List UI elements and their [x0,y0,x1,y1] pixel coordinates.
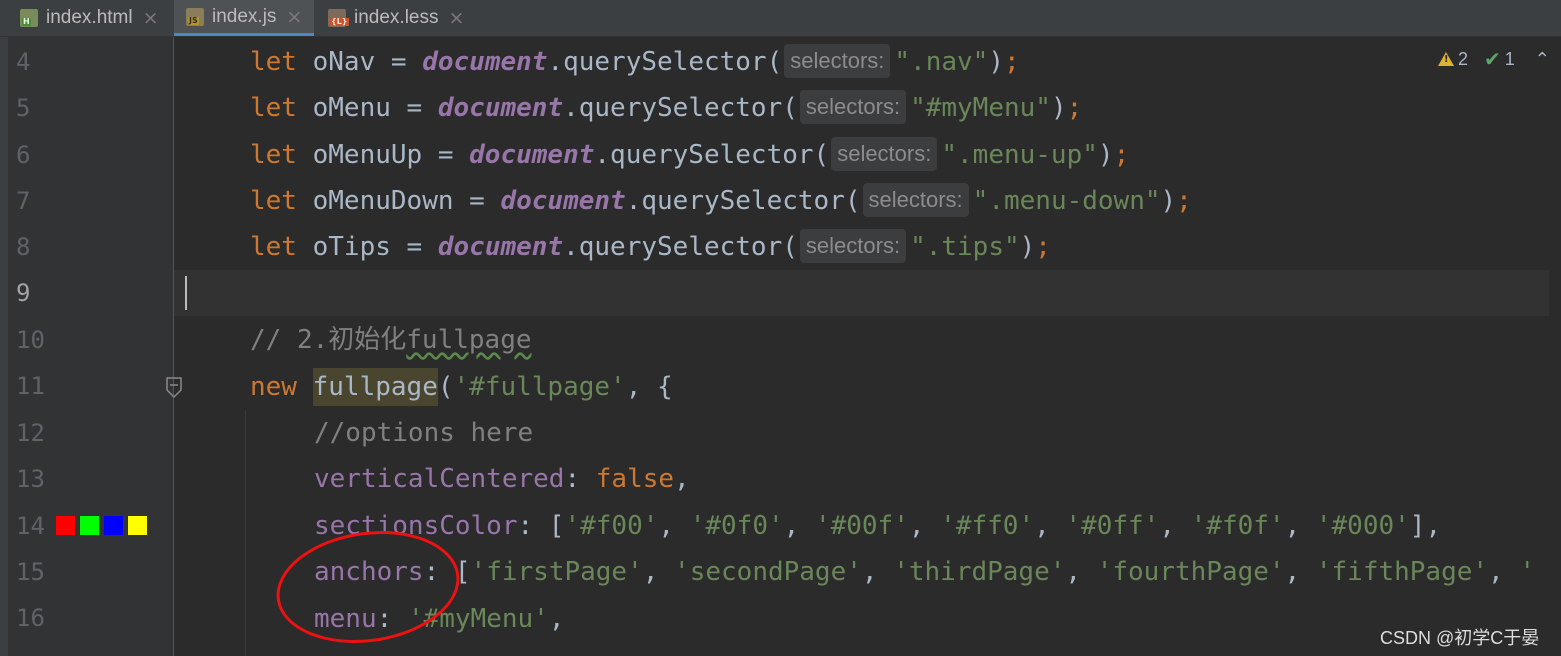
parameter-hint: selectors: [799,89,907,124]
chevron-up-icon[interactable]: ⌃ [1535,49,1550,70]
html-file-icon: H [20,9,38,27]
line-number-current: 9 [16,279,31,307]
check-icon: ✔ [1484,47,1501,71]
line-number: 16 [16,604,45,632]
color-swatch-green[interactable] [80,516,99,535]
code-line-10[interactable]: // 2.初始化fullpage [250,317,532,363]
tab-index-less[interactable]: {L} index.less × [316,0,476,36]
editor-scrollbar[interactable] [1549,37,1561,656]
current-line-highlight [174,270,1561,316]
code-line-4[interactable]: let oNav = document.querySelector(select… [250,39,1020,85]
warning-count: 2 [1458,48,1469,69]
watermark: CSDN @初学C于晏 [1380,628,1540,648]
tab-label: index.less [354,7,439,28]
line-number: 12 [16,419,45,447]
line-number: 7 [16,187,31,215]
tool-window-strip [0,37,8,656]
code-line-7[interactable]: let oMenuDown = document.querySelector(s… [250,178,1192,224]
tab-index-js[interactable]: JS index.js × [174,0,314,36]
tab-label: index.html [46,7,133,28]
line-number: 14 [16,512,45,540]
warning-icon [1438,52,1454,66]
code-line-13[interactable]: verticalCentered: false, [314,456,690,502]
close-icon[interactable]: × [286,6,302,28]
color-swatch-yellow[interactable] [128,516,147,535]
line-number: 5 [16,94,31,122]
close-icon[interactable]: × [449,7,465,29]
editor-tab-bar: H index.html × JS index.js × {L} index.l… [0,0,1561,37]
code-line-12[interactable]: //options here [314,410,533,456]
line-number: 8 [16,233,31,261]
text-caret [185,276,187,310]
code-line-8[interactable]: let oTips = document.querySelector(selec… [250,224,1051,270]
code-line-11[interactable]: new fullpage('#fullpage', { [250,364,673,410]
code-line-6[interactable]: let oMenuUp = document.querySelector(sel… [250,132,1129,178]
color-swatch-blue[interactable] [104,516,123,535]
color-swatch-red[interactable] [56,516,75,535]
line-number: 15 [16,558,45,586]
indent-guide [245,410,246,656]
line-number: 10 [16,326,45,354]
code-line-15[interactable]: anchors: ['firstPage', 'secondPage', 'th… [314,549,1535,595]
line-number: 11 [16,372,45,400]
less-file-icon: {L} [328,9,349,27]
tab-label: index.js [212,5,277,27]
parameter-hint: selectors: [862,182,969,217]
parameter-hint: selectors: [784,43,891,78]
tab-index-html[interactable]: H index.html × [0,0,172,36]
line-number: 4 [16,48,31,76]
js-file-icon: JS [186,7,204,26]
parameter-hint: selectors: [799,228,907,263]
line-number: 13 [16,465,45,493]
weak-warning-count: 1 [1504,48,1515,69]
code-line-5[interactable]: let oMenu = document.querySelector(selec… [250,85,1082,131]
line-number: 6 [16,141,31,169]
fold-icon[interactable] [165,376,183,400]
close-icon[interactable]: × [143,7,159,29]
inspection-widget[interactable]: 2 ✔ 1 ⌃ [1438,46,1550,72]
parameter-hint: selectors: [831,136,938,171]
line-number-gutter[interactable]: 4 5 6 7 8 9 10 11 12 13 14 15 16 [8,37,174,656]
code-line-14[interactable]: sectionsColor: ['#f00', '#0f0', '#00f', … [314,503,1441,549]
